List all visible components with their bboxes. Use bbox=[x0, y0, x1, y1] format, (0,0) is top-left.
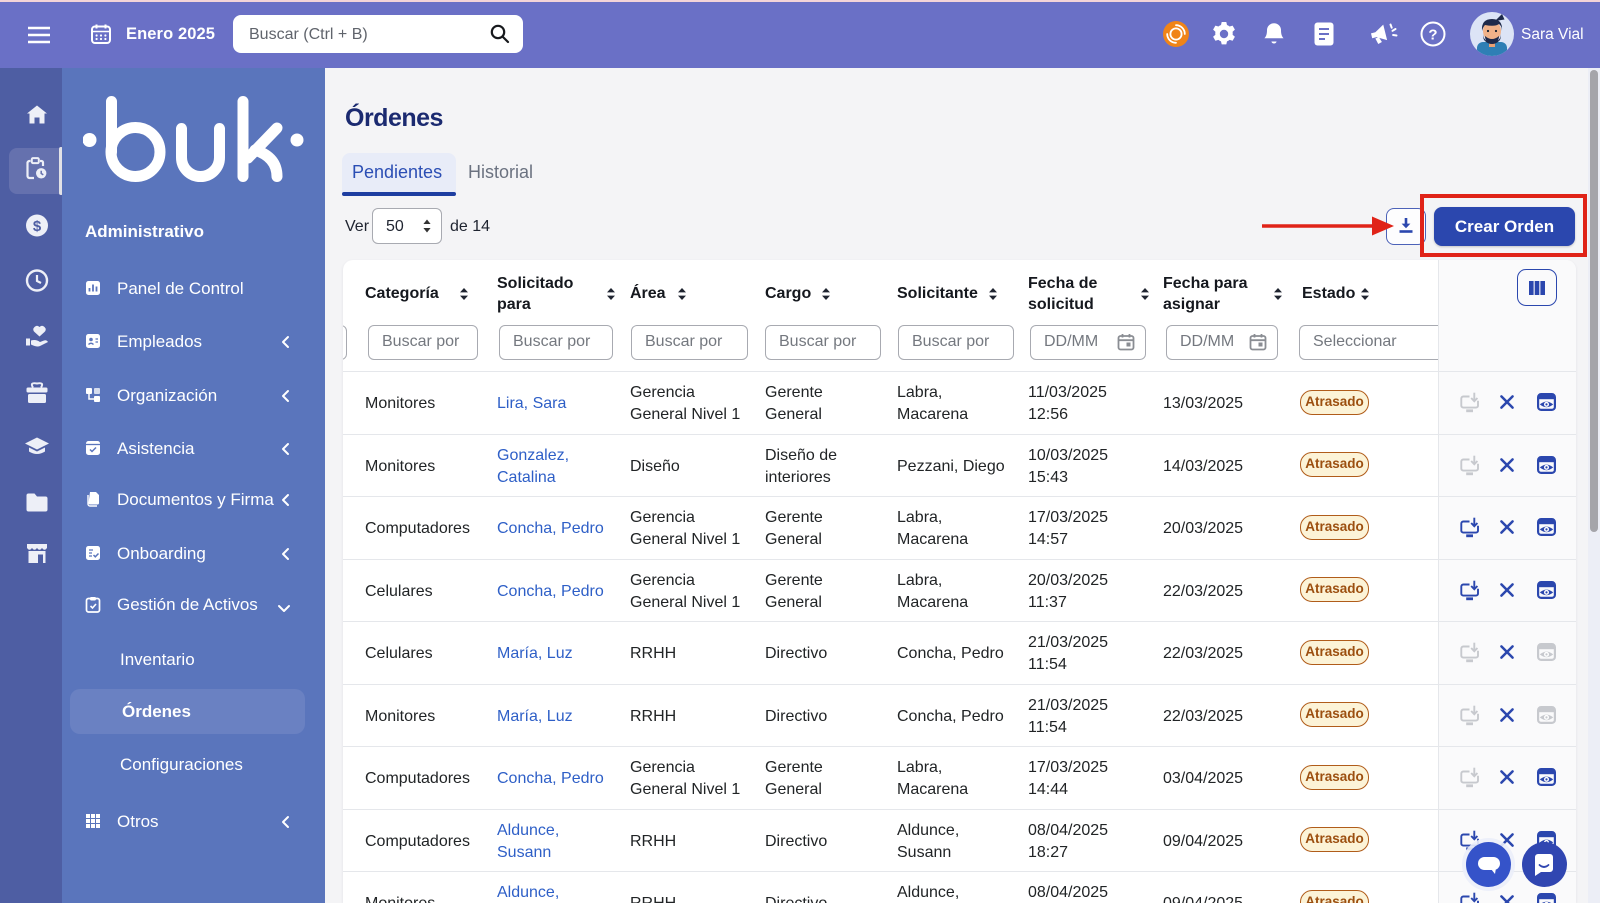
svg-text:?: ? bbox=[1428, 27, 1437, 44]
svg-text:$: $ bbox=[33, 218, 42, 235]
